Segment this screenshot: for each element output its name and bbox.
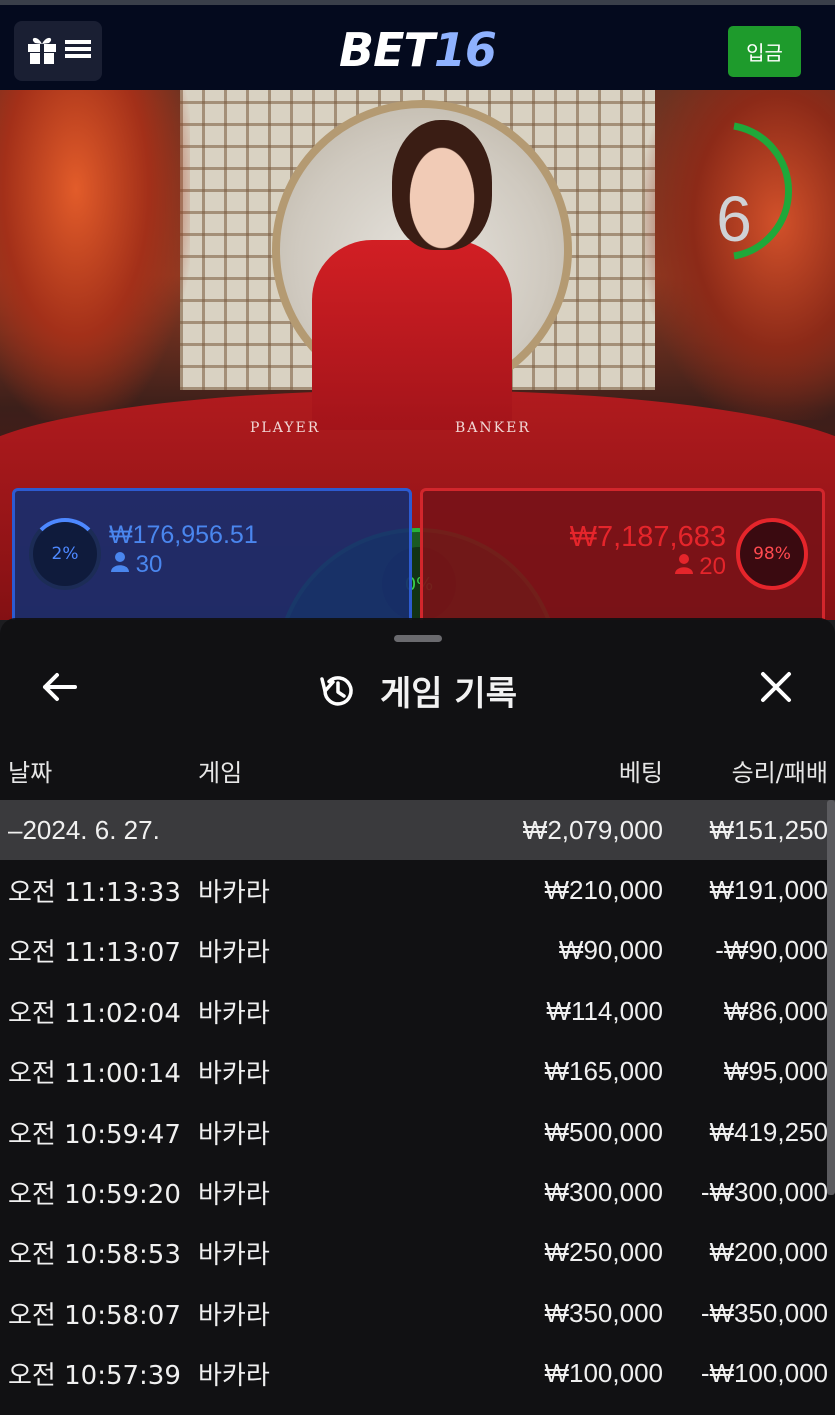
date-group-row[interactable]: –2024. 6. 27. ₩2,079,000 ₩151,250 (0, 800, 835, 861)
table-row[interactable]: 오전 10:59:20 바카라 ₩300,000 -₩300,000 (0, 1162, 835, 1222)
row-game: 바카라 (198, 1361, 270, 1392)
date-group-bet: ₩2,079,000 (388, 800, 663, 861)
row-game: 바카라 (198, 1180, 270, 1211)
row-result: ₩419,250 (709, 1116, 828, 1147)
sheet-title-text: 게임 기록 (380, 674, 517, 714)
date-group-label: –2024. 6. 27. (0, 800, 388, 861)
row-result: ₩86,000 (723, 995, 828, 1026)
table-row[interactable]: 오전 11:13:07 바카라 ₩90,000 -₩90,000 (0, 921, 835, 981)
top-bar: BET16 입금 (0, 0, 835, 90)
table-row[interactable]: 오전 10:58:53 바카라 ₩250,000 ₩200,000 (0, 1223, 835, 1283)
row-result: -₩300,000 (700, 1177, 828, 1208)
row-result: ₩95,000 (723, 1056, 828, 1087)
history-icon (320, 675, 353, 706)
banker-panel[interactable]: ₩7,187,683 20 98% (420, 488, 825, 638)
dealer-head (392, 120, 492, 250)
user-icon (674, 554, 693, 574)
table-row[interactable]: 오전 10:58:07 바카라 ₩350,000 -₩350,000 (0, 1283, 835, 1343)
deposit-button[interactable]: 입금 (728, 26, 801, 77)
row-time: 오전 11:00:14 (8, 1059, 181, 1090)
row-time: 오전 11:13:07 (8, 938, 181, 969)
row-game: 바카라 (198, 1300, 270, 1331)
banker-count-value: 20 (699, 553, 726, 580)
scrollbar[interactable] (827, 800, 835, 1195)
game-history-sheet: 게임 기록 날짜 게임 베팅 승리/패배 –2024. 6. 27. ₩2,07… (0, 618, 835, 1415)
row-game: 바카라 (198, 938, 270, 969)
countdown-timer: 6 (706, 122, 804, 262)
row-time: 오전 10:58:53 (8, 1240, 181, 1271)
row-bet: ₩300,000 (544, 1177, 663, 1208)
row-bet: ₩210,000 (544, 875, 663, 906)
player-percent: 2% (29, 518, 101, 590)
banker-count: 20 (674, 553, 726, 581)
row-time: 오전 10:58:07 (8, 1300, 181, 1331)
row-result: ₩191,000 (709, 875, 828, 906)
table-row[interactable]: 오전 10:59:47 바카라 ₩500,000 ₩419,250 (0, 1102, 835, 1162)
row-bet: ₩500,000 (544, 1116, 663, 1147)
date-group-result: ₩151,250 (663, 800, 835, 861)
user-icon (111, 552, 129, 572)
row-game: 바카라 (198, 878, 270, 909)
column-date[interactable]: 날짜 (0, 740, 198, 800)
player-count-value: 30 (135, 551, 163, 578)
bet-stats: 0% 2% ₩176,956.51 30 ₩7,187,683 20 98% (0, 488, 835, 813)
table-row[interactable]: 오전 11:00:14 바카라 ₩165,000 ₩95,000 (0, 1042, 835, 1102)
close-icon (761, 672, 791, 702)
row-result: -₩350,000 (700, 1297, 828, 1328)
banker-amount: ₩7,187,683 (569, 521, 726, 553)
sheet-grabber[interactable] (394, 635, 442, 642)
player-panel[interactable]: 2% ₩176,956.51 30 (12, 488, 412, 638)
row-time: 오전 10:57:39 (8, 1361, 181, 1392)
table-header-row: 날짜 게임 베팅 승리/패배 (0, 740, 835, 800)
row-time: 오전 10:59:47 (8, 1119, 181, 1150)
history-table: 날짜 게임 베팅 승리/패배 –2024. 6. 27. ₩2,079,000 … (0, 740, 835, 1404)
sheet-header: 게임 기록 (0, 658, 835, 718)
row-result: -₩100,000 (700, 1358, 828, 1389)
column-result[interactable]: 승리/패배 (663, 740, 835, 800)
row-game: 바카라 (198, 998, 270, 1029)
row-game: 바카라 (198, 1240, 270, 1271)
row-result: -₩90,000 (715, 935, 828, 966)
maple-tree-left (0, 90, 190, 420)
row-bet: ₩114,000 (546, 995, 663, 1026)
sheet-title: 게임 기록 (0, 666, 835, 715)
row-time: 오전 11:02:04 (8, 998, 181, 1029)
player-amount: ₩176,956.51 (109, 521, 258, 549)
felt-label-banker: BANKER (455, 420, 531, 436)
row-game: 바카라 (198, 1119, 270, 1150)
banker-percent: 98% (736, 518, 808, 590)
countdown-number: 6 (716, 183, 752, 255)
column-bet[interactable]: 베팅 (388, 740, 663, 800)
row-result: ₩200,000 (709, 1237, 828, 1268)
row-bet: ₩100,000 (544, 1358, 663, 1389)
row-bet: ₩250,000 (544, 1237, 663, 1268)
row-bet: ₩90,000 (558, 935, 663, 966)
column-game[interactable]: 게임 (198, 740, 388, 800)
brand-logo[interactable]: BET16 (0, 23, 835, 77)
row-time: 오전 11:13:33 (8, 878, 181, 909)
felt-label-player: PLAYER (250, 420, 321, 436)
row-bet: ₩165,000 (544, 1056, 663, 1087)
player-count: 30 (111, 551, 162, 579)
dealer (312, 240, 512, 430)
close-button[interactable] (753, 664, 799, 710)
row-time: 오전 10:59:20 (8, 1180, 181, 1211)
row-game: 바카라 (198, 1059, 270, 1090)
table-row[interactable]: 오전 11:13:33 바카라 ₩210,000 ₩191,000 (0, 860, 835, 920)
row-bet: ₩350,000 (544, 1297, 663, 1328)
table-row[interactable]: 오전 11:02:04 바카라 ₩114,000 ₩86,000 (0, 981, 835, 1041)
table-row[interactable]: 오전 10:57:39 바카라 ₩100,000 -₩100,000 (0, 1344, 835, 1404)
